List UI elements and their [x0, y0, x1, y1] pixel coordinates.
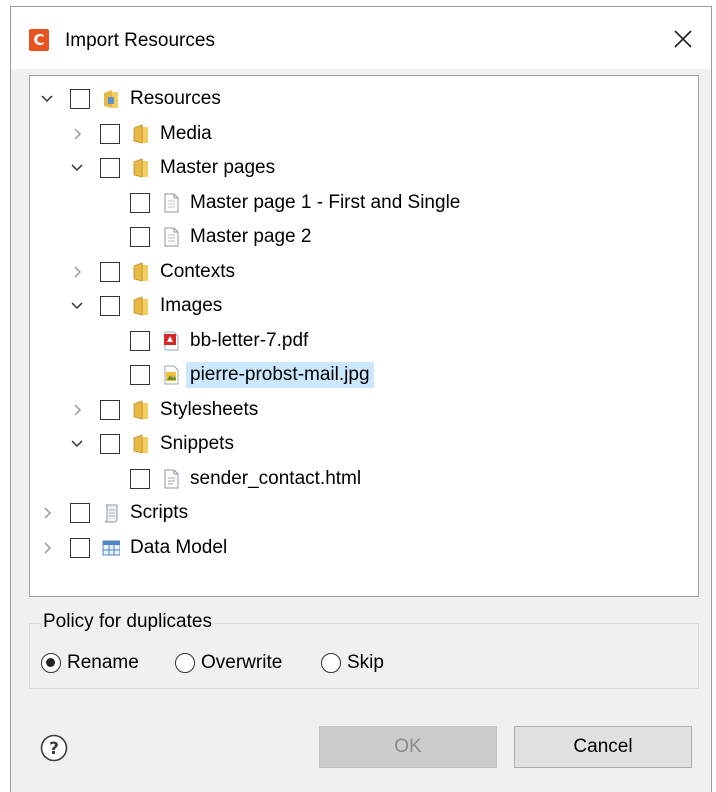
checkbox[interactable] — [130, 192, 150, 213]
folder-icon — [132, 399, 150, 420]
tree-item-label: Contexts — [160, 260, 235, 282]
chevron-down-icon[interactable] — [70, 437, 84, 451]
tree-row-stylesheets[interactable]: Stylesheets — [30, 393, 698, 427]
tree-item-label: Media — [160, 122, 212, 144]
tree-item-label: bb-letter-7.pdf — [190, 329, 309, 351]
checkbox[interactable] — [70, 503, 90, 523]
checkbox[interactable] — [100, 158, 120, 178]
tree-item-label: Stylesheets — [160, 398, 259, 420]
tree-item-label: Scripts — [130, 502, 189, 523]
folder-icon — [132, 123, 150, 144]
checkbox[interactable] — [130, 330, 150, 351]
chevron-right-icon[interactable] — [70, 403, 84, 417]
image-file-icon — [162, 365, 180, 385]
checkbox[interactable] — [130, 227, 150, 247]
pdf-icon — [162, 331, 180, 351]
radio-selected-dot — [46, 658, 55, 667]
tree-row-bb-letter-7-pdf[interactable]: bb-letter-7.pdf — [30, 324, 698, 358]
chevron-down-icon[interactable] — [70, 299, 84, 313]
tree-item-label: Resources — [130, 88, 221, 109]
tree-row-master-pages[interactable]: Master pages — [30, 151, 698, 185]
checkbox[interactable] — [100, 261, 120, 282]
svg-text:?: ? — [49, 739, 59, 759]
tree-row-contexts[interactable]: Contexts — [30, 255, 698, 289]
tree-item-label: Images — [160, 295, 223, 316]
tree-item-label: pierre-probst-mail.jpg — [186, 362, 374, 388]
checkbox[interactable] — [70, 537, 90, 558]
help-button[interactable]: ? — [39, 733, 69, 763]
checkbox[interactable] — [70, 89, 90, 109]
tree-row-scripts[interactable]: Scripts — [30, 496, 698, 530]
checkbox[interactable] — [130, 365, 150, 385]
radio-rename-label: Rename — [67, 652, 139, 673]
help-icon: ? — [40, 734, 68, 762]
tree-row-master-page-2[interactable]: Master page 2 — [30, 220, 698, 254]
chevron-down-icon[interactable] — [70, 161, 84, 175]
tree-item-label: Snippets — [160, 433, 234, 454]
folder-icon — [132, 158, 150, 178]
resource-tree[interactable]: Resources Media Master pages Master page 1 … — [29, 75, 699, 597]
checkbox[interactable] — [100, 123, 120, 144]
chevron-right-icon[interactable] — [70, 127, 84, 141]
dialog-title: Import Resources — [65, 30, 215, 51]
tree-row-master-page-1-first-and-single[interactable]: Master page 1 - First and Single — [30, 186, 698, 220]
close-button[interactable] — [665, 21, 701, 57]
close-icon — [674, 30, 692, 48]
tree-row-data-model[interactable]: Data Model — [30, 531, 698, 565]
folder-icon — [132, 434, 150, 454]
tree-item-label: Data Model — [130, 536, 228, 558]
resources-folder-icon — [102, 89, 120, 109]
folder-icon — [132, 261, 150, 282]
chevron-right-icon[interactable] — [40, 541, 54, 555]
radio-rename-circle[interactable] — [41, 653, 61, 673]
checkbox[interactable] — [100, 296, 120, 316]
import-resources-dialog: C Import Resources Resources Media Master … — [10, 6, 712, 792]
page-icon — [162, 193, 180, 213]
tree-item-label: Master page 1 - First and Single — [190, 191, 461, 213]
chevron-right-icon[interactable] — [40, 506, 54, 520]
tree-row-snippets[interactable]: Snippets — [30, 427, 698, 461]
policy-group-title: Policy for duplicates — [41, 609, 214, 635]
folder-icon — [132, 296, 150, 316]
tree-row-media[interactable]: Media — [30, 117, 698, 151]
cancel-button[interactable]: Cancel — [514, 726, 692, 768]
data-model-icon — [102, 538, 121, 558]
script-icon — [102, 503, 120, 523]
tree-row-pierre-probst-mail-jpg[interactable]: pierre-probst-mail.jpg — [30, 358, 698, 392]
checkbox[interactable] — [100, 399, 120, 420]
app-logo-icon: C — [29, 29, 49, 51]
chevron-right-icon[interactable] — [70, 265, 84, 279]
radio-skip-circle[interactable] — [321, 653, 341, 673]
page-icon — [162, 227, 180, 247]
chevron-down-icon[interactable] — [40, 92, 54, 106]
checkbox[interactable] — [100, 434, 120, 454]
tree-item-label: Master pages — [160, 157, 276, 178]
tree-row-resources[interactable]: Resources — [30, 82, 698, 116]
title-bar: C Import Resources — [11, 7, 711, 69]
tree-row-sender-contact-html[interactable]: sender_contact.html — [30, 462, 698, 496]
ok-button[interactable]: OK — [319, 726, 497, 768]
radio-overwrite-label: Overwrite — [201, 652, 283, 673]
checkbox[interactable] — [130, 468, 150, 489]
radio-overwrite-circle[interactable] — [175, 653, 195, 673]
tree-row-images[interactable]: Images — [30, 289, 698, 323]
tree-item-label: sender_contact.html — [190, 467, 362, 489]
tree-item-label: Master page 2 — [190, 226, 312, 247]
radio-skip-label: Skip — [347, 652, 384, 673]
html-file-icon — [162, 469, 180, 489]
